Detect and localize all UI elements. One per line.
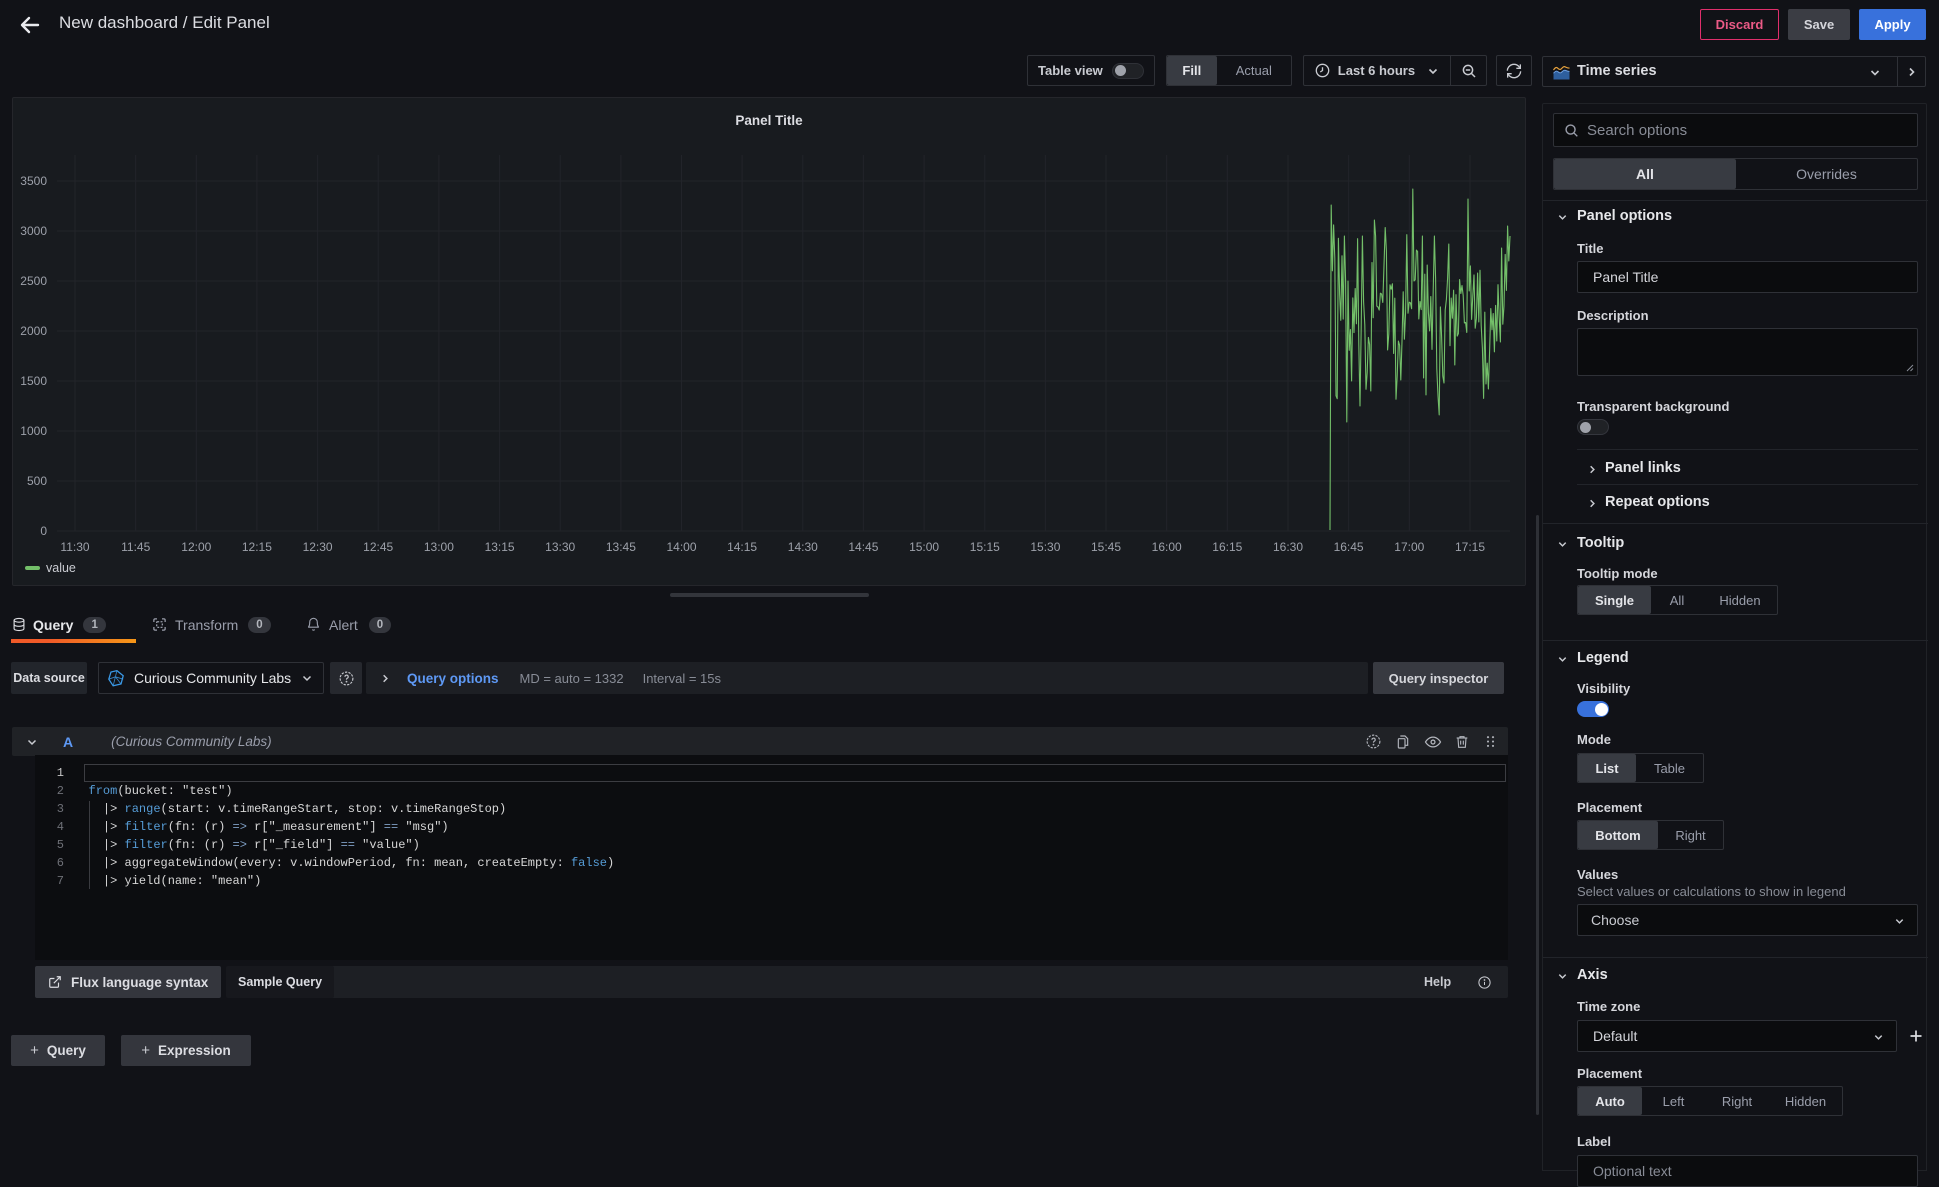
- svg-text:11:45: 11:45: [121, 540, 150, 554]
- svg-text:13:30: 13:30: [545, 540, 575, 554]
- svg-text:14:30: 14:30: [788, 540, 818, 554]
- svg-text:500: 500: [27, 474, 47, 488]
- svg-text:12:15: 12:15: [242, 540, 272, 554]
- svg-text:13:00: 13:00: [424, 540, 454, 554]
- svg-text:17:00: 17:00: [1394, 540, 1424, 554]
- svg-text:12:45: 12:45: [363, 540, 393, 554]
- svg-text:3500: 3500: [20, 174, 47, 188]
- svg-text:14:45: 14:45: [848, 540, 878, 554]
- svg-text:14:15: 14:15: [727, 540, 757, 554]
- svg-text:17:15: 17:15: [1455, 540, 1485, 554]
- svg-text:12:00: 12:00: [181, 540, 211, 554]
- svg-text:Panel Title: Panel Title: [735, 113, 803, 128]
- svg-text:2000: 2000: [20, 324, 47, 338]
- svg-text:16:30: 16:30: [1273, 540, 1303, 554]
- svg-text:13:15: 13:15: [485, 540, 515, 554]
- svg-text:15:45: 15:45: [1091, 540, 1121, 554]
- svg-text:value: value: [46, 561, 76, 575]
- svg-text:13:45: 13:45: [606, 540, 636, 554]
- svg-text:1000: 1000: [20, 424, 47, 438]
- svg-text:16:00: 16:00: [1152, 540, 1182, 554]
- svg-text:1500: 1500: [20, 374, 47, 388]
- svg-text:11:30: 11:30: [60, 540, 89, 554]
- svg-text:12:30: 12:30: [303, 540, 333, 554]
- svg-text:0: 0: [40, 524, 47, 538]
- svg-text:2500: 2500: [20, 274, 47, 288]
- svg-text:14:00: 14:00: [666, 540, 696, 554]
- svg-text:15:00: 15:00: [909, 540, 939, 554]
- svg-text:16:45: 16:45: [1334, 540, 1364, 554]
- svg-text:16:15: 16:15: [1212, 540, 1242, 554]
- svg-text:3000: 3000: [20, 224, 47, 238]
- svg-text:15:30: 15:30: [1030, 540, 1060, 554]
- svg-text:15:15: 15:15: [970, 540, 1000, 554]
